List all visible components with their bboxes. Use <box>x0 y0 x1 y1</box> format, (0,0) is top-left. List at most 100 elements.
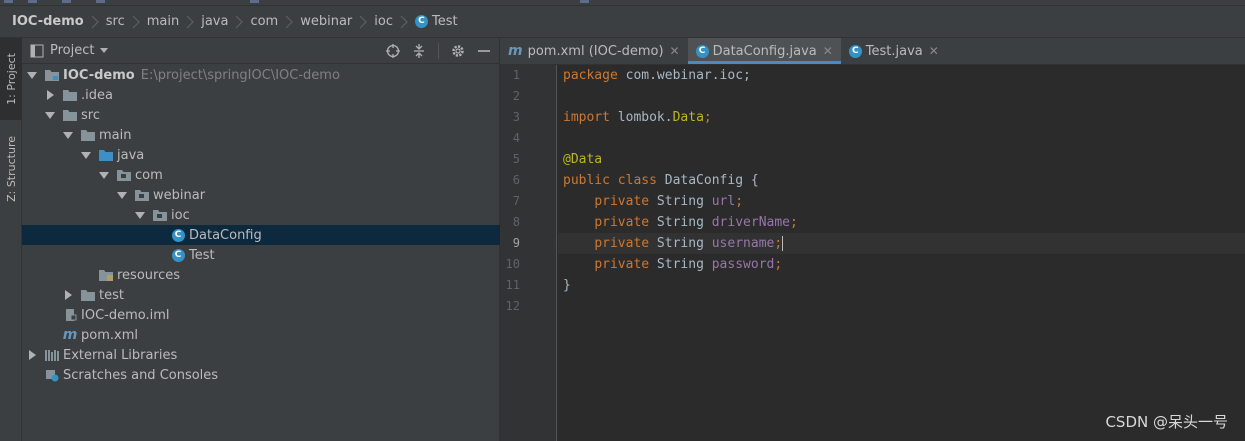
breadcrumb-item-src[interactable]: src <box>106 13 147 31</box>
tree-node-label: IOC-demo <box>63 67 135 83</box>
close-icon[interactable]: ✕ <box>823 44 833 58</box>
breadcrumb-item-webinar[interactable]: webinar <box>300 13 374 31</box>
breadcrumb-item-project[interactable]: IOC-demo <box>12 13 106 31</box>
tab-pom-xml[interactable]: m pom.xml (IOC-demo) ✕ <box>500 38 688 64</box>
class-icon: C <box>414 15 428 28</box>
expanded-arrow-icon[interactable] <box>81 151 91 159</box>
breadcrumb-item-main[interactable]: main <box>147 13 201 31</box>
expanded-arrow-icon[interactable] <box>135 211 145 219</box>
tree-node-label: pom.xml <box>81 327 138 343</box>
tree-node-label: webinar <box>153 187 206 203</box>
line-number: 6 <box>512 173 520 187</box>
scratches-icon <box>44 368 60 382</box>
breadcrumb-item-test[interactable]: C Test <box>414 14 458 29</box>
code-line: public class DataConfig { <box>563 173 759 188</box>
iml-file-icon <box>62 308 78 322</box>
tree-node-label: resources <box>117 267 181 283</box>
expanded-arrow-icon[interactable] <box>99 171 109 179</box>
package-icon <box>116 168 132 182</box>
maven-icon: m <box>508 43 523 59</box>
tree-node-main[interactable]: main <box>22 125 500 145</box>
collapsed-arrow-icon[interactable] <box>46 90 54 100</box>
tree-node-test-class[interactable]: C Test <box>22 245 500 265</box>
gear-icon[interactable] <box>449 42 467 60</box>
tree-node-label: src <box>81 107 100 123</box>
expanded-arrow-icon[interactable] <box>63 131 73 139</box>
collapse-all-icon[interactable] <box>410 42 428 60</box>
package-icon <box>134 188 150 202</box>
project-view-icon <box>30 44 44 57</box>
tree-node-test-dir[interactable]: test <box>22 285 500 305</box>
breadcrumb-item-ioc[interactable]: ioc <box>374 13 415 31</box>
tree-node-label: Test <box>189 247 215 263</box>
expanded-arrow-icon[interactable] <box>27 71 37 79</box>
tree-node-dataconfig[interactable]: C DataConfig <box>22 225 500 245</box>
project-panel-title[interactable]: Project <box>50 43 94 58</box>
tree-node-label: IOC-demo.iml <box>81 307 170 323</box>
tree-node-label: main <box>99 127 132 143</box>
line-number: 7 <box>512 194 520 208</box>
tree-node-label: com <box>135 167 163 183</box>
tree-node-iml[interactable]: IOC-demo.iml <box>22 305 500 325</box>
folder-icon <box>62 88 78 102</box>
tab-label: pom.xml (IOC-demo) <box>527 43 664 59</box>
expanded-arrow-icon[interactable] <box>117 191 127 199</box>
tree-node-resources[interactable]: resources <box>22 265 500 285</box>
minimize-icon[interactable] <box>475 42 493 60</box>
tree-node-label: External Libraries <box>63 347 178 363</box>
runnable-class-icon: C <box>170 248 186 262</box>
maven-icon: m <box>62 327 78 343</box>
code-line: package com.webinar.ioc; <box>563 68 751 83</box>
line-number: 2 <box>512 89 520 103</box>
line-number: 8 <box>512 215 520 229</box>
close-icon[interactable]: ✕ <box>929 44 939 58</box>
project-panel-header: Project <box>22 38 499 64</box>
code-line: private String url; <box>594 194 744 209</box>
line-number: 5 <box>512 152 520 166</box>
tab-label: DataConfig.java <box>712 43 817 59</box>
project-panel: Project IOC-demo E:\project\springIOC\IO… <box>22 38 500 441</box>
tree-node-com[interactable]: com <box>22 165 500 185</box>
chevron-down-icon[interactable] <box>100 48 109 53</box>
tab-test-java[interactable]: C Test.java ✕ <box>841 38 947 64</box>
project-tree: IOC-demo E:\project\springIOC\IOC-demo .… <box>22 65 500 385</box>
watermark: CSDN @呆头一号 <box>1105 413 1228 431</box>
tree-node-ioc[interactable]: ioc <box>22 205 500 225</box>
tree-node-label: ioc <box>171 207 190 223</box>
code-editor[interactable]: package com.webinar.ioc; import lombok.D… <box>558 65 1245 441</box>
breadcrumb-item-java[interactable]: java <box>201 13 250 31</box>
expanded-arrow-icon[interactable] <box>45 111 55 119</box>
source-folder-icon <box>98 148 114 162</box>
folder-icon <box>80 128 96 142</box>
line-number-gutter: 1 2 3 4 5 6 7 8 9 10 11 12 <box>500 65 557 441</box>
tree-node-external-libraries[interactable]: External Libraries <box>22 345 500 365</box>
breadcrumb-item-com[interactable]: com <box>250 13 300 31</box>
collapsed-arrow-icon[interactable] <box>28 350 36 360</box>
runnable-class-icon: C <box>848 44 862 58</box>
code-line: private String password; <box>594 257 783 272</box>
tree-node-root[interactable]: IOC-demo E:\project\springIOC\IOC-demo <box>22 65 500 85</box>
tree-node-pom[interactable]: m pom.xml <box>22 325 500 345</box>
tree-node-java[interactable]: java <box>22 145 500 165</box>
tree-node-webinar[interactable]: webinar <box>22 185 500 205</box>
line-number: 10 <box>505 257 520 271</box>
code-line: import lombok.Data; <box>563 110 712 125</box>
code-line: @Data <box>563 152 603 167</box>
collapsed-arrow-icon[interactable] <box>64 290 72 300</box>
structure-tool-tab[interactable]: Z: Structure <box>0 126 22 212</box>
tree-node-src[interactable]: src <box>22 105 500 125</box>
editor-area: m pom.xml (IOC-demo) ✕ C DataConfig.java… <box>500 38 1245 441</box>
project-tool-tab[interactable]: 1: Project <box>0 38 22 120</box>
line-number: 11 <box>505 278 520 292</box>
structure-tool-tab-label: Z: Structure <box>4 136 18 202</box>
tab-dataconfig-java[interactable]: C DataConfig.java ✕ <box>687 38 841 64</box>
close-icon[interactable]: ✕ <box>670 44 680 58</box>
tree-node-path: E:\project\springIOC\IOC-demo <box>140 67 340 83</box>
tree-node-label: Scratches and Consoles <box>63 367 219 383</box>
tree-node-scratches[interactable]: Scratches and Consoles <box>22 365 500 385</box>
line-number: 1 <box>512 68 520 82</box>
package-icon <box>152 208 168 222</box>
tree-node-idea[interactable]: .idea <box>22 85 500 105</box>
locate-icon[interactable] <box>384 42 402 60</box>
text-cursor <box>782 236 784 251</box>
